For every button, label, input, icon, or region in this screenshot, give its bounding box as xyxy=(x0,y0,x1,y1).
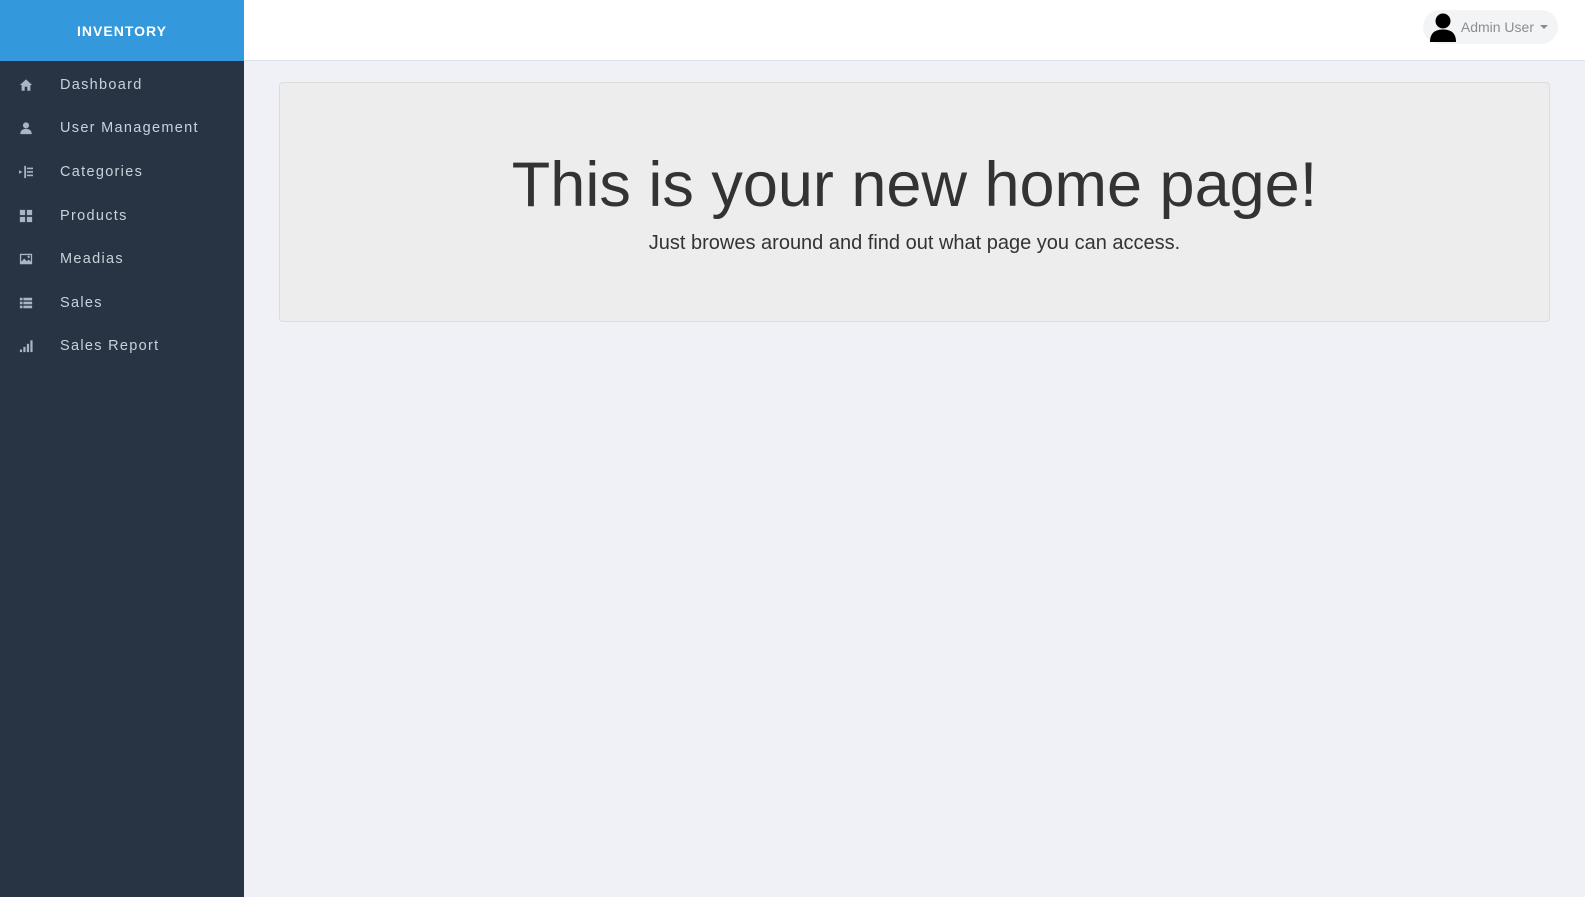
sidebar-item-medias[interactable]: Meadias xyxy=(0,237,244,281)
grid-icon xyxy=(18,208,34,224)
home-icon xyxy=(18,77,34,93)
user-icon xyxy=(18,120,34,136)
sidebar-item-label: Dashboard xyxy=(60,76,143,93)
page-title: This is your new home page! xyxy=(511,150,1318,220)
caret-down-icon xyxy=(1540,25,1548,29)
sidebar-item-products[interactable]: Products xyxy=(0,194,244,238)
list-icon xyxy=(18,295,34,311)
sidebar-item-label: Meadias xyxy=(60,251,124,268)
signal-icon xyxy=(18,338,34,354)
sidebar-item-label: Products xyxy=(60,207,128,224)
sidebar-item-label: Sales xyxy=(60,294,103,311)
sidebar-item-user-management[interactable]: User Management xyxy=(0,107,244,151)
indent-icon xyxy=(18,164,34,180)
sidebar-item-label: Sales Report xyxy=(60,338,160,355)
user-name: Admin User xyxy=(1460,19,1534,35)
sidebar-item-categories[interactable]: Categories xyxy=(0,150,244,194)
sidebar: INVENTORY Dashboard User Management Cate… xyxy=(0,0,244,897)
sidebar-item-label: Categories xyxy=(60,163,144,180)
sidebar-item-dashboard[interactable]: Dashboard xyxy=(0,63,244,107)
welcome-panel: This is your new home page! Just browes … xyxy=(279,82,1550,322)
picture-icon xyxy=(18,251,34,267)
brand-logo[interactable]: INVENTORY xyxy=(0,0,244,61)
user-menu-dropdown[interactable]: Admin User xyxy=(1422,10,1558,44)
sidebar-item-sales-report[interactable]: Sales Report xyxy=(0,325,244,369)
sidebar-nav: Dashboard User Management Categories Pro… xyxy=(0,61,244,368)
page-subtitle: Just browes around and find out what pag… xyxy=(648,232,1181,255)
sidebar-item-sales[interactable]: Sales xyxy=(0,281,244,325)
avatar-icon xyxy=(1429,12,1457,42)
top-header: Admin User xyxy=(244,0,1585,61)
sidebar-item-label: User Management xyxy=(60,120,199,137)
